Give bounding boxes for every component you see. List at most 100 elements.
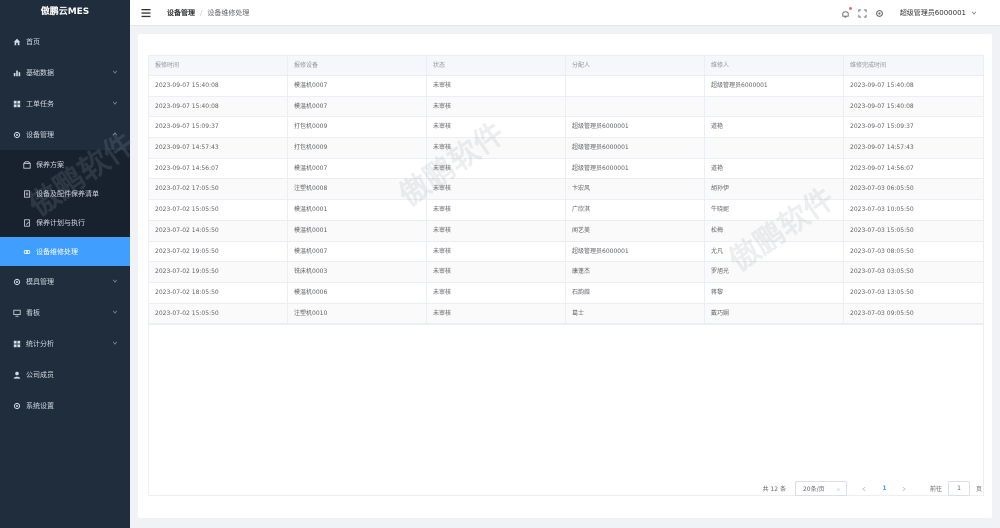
table-cell: 胡孙伊 <box>705 179 844 200</box>
table-cell: 模温机0001 <box>288 220 427 241</box>
sidebar-item-label: 基础数据 <box>26 68 54 77</box>
chevron-up-icon <box>112 132 118 136</box>
table-cell: 2023-07-03 13:05:50 <box>850 288 914 296</box>
table-cell: 超级管理员6000001 <box>566 138 705 158</box>
goto-suffix: 页 <box>975 486 982 493</box>
bell-icon[interactable] <box>841 6 852 18</box>
sidebar-item-work-orders[interactable]: 工单任务 <box>0 88 130 119</box>
pagination-goto: 前往 1 页 <box>930 481 982 496</box>
table-cell: 超级管理员6000001 <box>566 241 705 262</box>
table-row[interactable]: 2023-09-07 15:40:08 模温机0007 未审核 2023-09-07 … <box>149 96 983 118</box>
sidebar-item-maintenance-exec[interactable]: 保养计划与执行 <box>0 208 130 237</box>
page-number-current[interactable]: 1 <box>877 481 892 496</box>
table-cell: 未审核 <box>427 76 566 96</box>
equipment-submenu: 保养方案 设备及配件保养清单 保养计划与执行 设备维修处理 <box>0 150 130 266</box>
sidebar-item-label: 公司成员 <box>26 370 54 379</box>
table-cell: 未审核 <box>427 241 566 262</box>
table-cell: 2023-07-03 06:05:50 <box>850 185 914 193</box>
table-cell: 2023-09-07 15:09:37 <box>149 117 288 138</box>
sidebar-item-repair[interactable]: 设备维修处理 <box>0 237 130 266</box>
table-cell: 超级管理员6000001 <box>705 76 844 96</box>
table-cell <box>566 96 705 117</box>
prev-page-button[interactable] <box>857 481 872 496</box>
table-row[interactable]: 2023-09-07 15:40:08 模温机0007 未审核 超级管理员600000… <box>149 76 983 97</box>
table-row[interactable]: 2023-07-02 14:05:50 模温机0001 未审核 闻艺美 松梅 2023-0… <box>149 220 983 242</box>
hamburger-icon[interactable] <box>141 8 151 18</box>
next-page-button[interactable] <box>897 481 912 496</box>
table-row[interactable]: 2023-09-07 15:09:37 打包机0009 未审核 超级管理员600000… <box>149 117 983 139</box>
fullscreen-icon[interactable] <box>858 8 867 18</box>
gear-icon <box>12 401 21 410</box>
app-root: 傲鹏云MES 首页 基础数据 工单任务 设备管理 保养方案 设备及配件保养清单 … <box>0 0 1000 528</box>
table-cell: 2023-07-02 19:05:50 <box>149 262 288 282</box>
sidebar-item-settings[interactable]: 系统设置 <box>0 390 130 421</box>
table-row[interactable]: 2023-09-07 14:56:07 模温机0007 未审核 超级管理员600000… <box>149 158 983 180</box>
repair-table: 报修时间 报修设备 状态 分配人 维修人 维修完成时间 2023-09-07 1… <box>148 55 984 326</box>
table-row[interactable]: 2023-09-07 14:57:43 打包机0009 未审核 超级管理员600000… <box>149 138 983 159</box>
breadcrumb-current: 设备维修处理 <box>207 8 250 17</box>
column-header[interactable]: 分配人 <box>566 56 705 75</box>
chevron-right-icon <box>903 486 907 491</box>
sidebar-item-label: 统计分析 <box>26 339 54 348</box>
table-cell: 葛士 <box>566 303 705 324</box>
chevron-down-icon[interactable] <box>971 10 977 16</box>
document-icon <box>22 189 31 198</box>
table-row[interactable]: 2023-07-02 15:05:50 模温机0001 未审核 广欣淇 牛晓妮 2023-… <box>149 200 983 221</box>
sidebar-item-statistics[interactable]: 统计分析 <box>0 328 130 359</box>
table-cell: 注塑机0010 <box>288 303 427 324</box>
table-cell: 未审核 <box>427 220 566 241</box>
sidebar-item-members[interactable]: 公司成员 <box>0 359 130 390</box>
table-cell: 闻艺美 <box>566 220 705 241</box>
goto-page-input[interactable]: 1 <box>947 481 970 496</box>
pagination-total: 共 12 条 <box>762 486 786 493</box>
sidebar-item-label: 设备及配件保养清单 <box>36 189 99 198</box>
table-row[interactable]: 2023-07-02 19:05:50 模温机0007 未审核 超级管理员600000… <box>149 241 983 263</box>
sidebar-item-molds[interactable]: 模具管理 <box>0 266 130 297</box>
table-cell: 模温机0007 <box>288 96 427 117</box>
home-icon <box>12 37 21 46</box>
table-cell: 道艳 <box>705 158 844 179</box>
table-cell: 模温机0001 <box>288 200 427 220</box>
gear-icon[interactable] <box>875 9 884 18</box>
column-header[interactable]: 维修完成时间 <box>844 56 983 75</box>
table-cell: 未审核 <box>427 117 566 138</box>
table-cell: 模温机0007 <box>288 76 427 96</box>
table-row[interactable]: 2023-07-02 18:05:50 模温机0006 未审核 石韵葭 蒋黎 2023-0… <box>149 282 983 304</box>
sidebar-item-label: 设备管理 <box>26 130 54 139</box>
table-cell: 2023-09-07 14:57:43 <box>149 138 288 158</box>
table-cell: 未审核 <box>427 282 566 303</box>
table-header: 报修时间 报修设备 状态 分配人 维修人 维修完成时间 <box>149 56 983 76</box>
column-header[interactable]: 报修时间 <box>149 56 288 75</box>
page-size-select[interactable]: 20条/页 <box>794 481 847 496</box>
table-cell: 2023-07-03 10:05:50 <box>850 206 914 214</box>
breadcrumb-parent[interactable]: 设备管理 <box>167 8 195 18</box>
table-cell: 未审核 <box>427 138 566 158</box>
sidebar-item-dashboard[interactable]: 看板 <box>0 297 130 328</box>
sidebar-item-basic-data[interactable]: 基础数据 <box>0 57 130 88</box>
sidebar-item-home[interactable]: 首页 <box>0 26 130 57</box>
table-row[interactable]: 2023-07-02 17:05:50 注塑机0008 未审核 卞宏风 胡孙伊 2023-… <box>149 179 983 201</box>
table-cell: 卞宏风 <box>566 179 705 200</box>
sidebar-item-maintenance-plan[interactable]: 保养方案 <box>0 150 130 179</box>
table-cell: 2023-07-03 08:05:50 <box>850 247 914 255</box>
header-actions: 超级管理员6000001 <box>833 0 977 26</box>
table-cell <box>705 138 844 158</box>
table-cell: 未审核 <box>427 158 566 179</box>
table-row[interactable]: 2023-07-02 19:05:50 铣床机0003 未审核 康蓬杰 罗旭光 2023-… <box>149 262 983 283</box>
sidebar-item-equipment[interactable]: 设备管理 <box>0 119 130 150</box>
column-header[interactable]: 状态 <box>427 56 566 75</box>
column-header[interactable]: 维修人 <box>705 56 844 75</box>
table-cell: 未审核 <box>427 262 566 282</box>
sidebar-item-label: 工单任务 <box>26 99 54 108</box>
link-icon <box>22 247 31 256</box>
sidebar-item-label: 系统设置 <box>26 401 54 410</box>
sidebar-item-maintenance-list[interactable]: 设备及配件保养清单 <box>0 179 130 208</box>
username[interactable]: 超级管理员6000001 <box>900 8 966 18</box>
table-row[interactable]: 2023-07-02 15:05:50 注塑机0010 未审核 葛士 戴巧娴 2023-0… <box>149 303 983 325</box>
table-cell: 2023-07-03 09:05:50 <box>850 309 914 317</box>
table-cell: 2023-09-07 15:40:08 <box>850 82 914 89</box>
app-logo: 傲鹏云MES <box>40 7 90 17</box>
table-body: 2023-09-07 15:40:08 模温机0007 未审核 超级管理员600000… <box>149 76 983 325</box>
sidebar-item-label: 看板 <box>26 308 40 317</box>
column-header[interactable]: 报修设备 <box>288 56 427 75</box>
